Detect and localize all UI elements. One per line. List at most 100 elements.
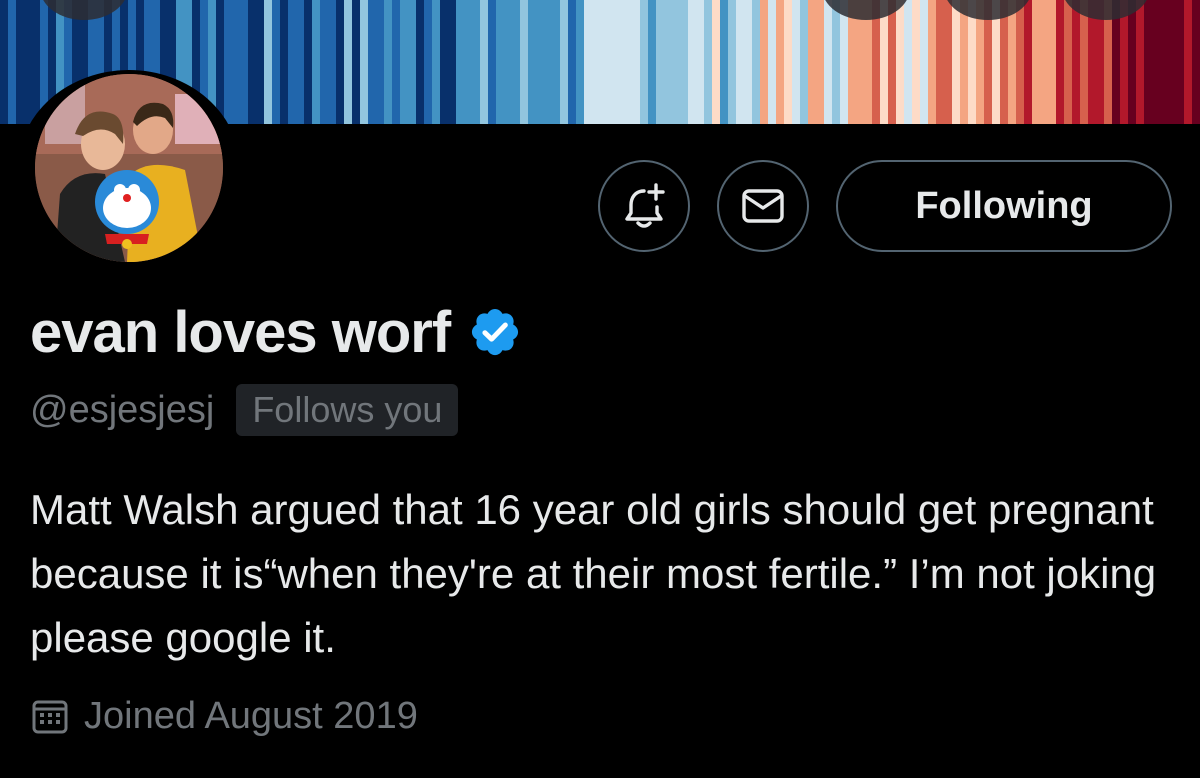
banner-stripe (1024, 0, 1033, 124)
banner-stripe (936, 0, 945, 124)
banner-stripe (832, 0, 841, 124)
display-name-row: evan loves worf (30, 296, 522, 368)
banner-stripe (352, 0, 361, 124)
banner-stripe (1064, 0, 1073, 124)
banner-stripe (944, 0, 953, 124)
banner-stripe (280, 0, 289, 124)
banner-stripe (1144, 0, 1153, 124)
banner-stripe (1168, 0, 1177, 124)
banner-stripe (1120, 0, 1129, 124)
banner-stripe (736, 0, 745, 124)
banner-stripe (1160, 0, 1169, 124)
banner-stripe (808, 0, 817, 124)
banner-stripe (456, 0, 465, 124)
banner-stripe (240, 0, 249, 124)
banner-stripe (320, 0, 329, 124)
banner-stripe (296, 0, 305, 124)
banner-stripe (784, 0, 793, 124)
banner-stripe (232, 0, 241, 124)
banner-stripe (272, 0, 281, 124)
banner-stripe (376, 0, 385, 124)
banner-stripe (1080, 0, 1089, 124)
banner-stripe (576, 0, 585, 124)
banner-stripe (8, 0, 17, 124)
banner-stripe (464, 0, 473, 124)
banner-stripe (704, 0, 713, 124)
banner-stripe (248, 0, 257, 124)
banner-stripe (400, 0, 409, 124)
banner-stripe (424, 0, 433, 124)
banner-stripe (880, 0, 889, 124)
banner-stripe (392, 0, 401, 124)
message-button[interactable] (717, 160, 809, 252)
banner-stripe (720, 0, 729, 124)
display-name: evan loves worf (30, 299, 451, 365)
banner-stripe (608, 0, 617, 124)
banner-stripe (952, 0, 961, 124)
profile-bio: Matt Walsh argued that 16 year old girls… (30, 486, 1157, 661)
banner-stripe (656, 0, 665, 124)
banner-stripe (416, 0, 425, 124)
banner-stripe (472, 0, 481, 124)
banner-stripe (1016, 0, 1025, 124)
banner-stripe (328, 0, 337, 124)
banner-stripe (440, 0, 449, 124)
banner-stripe (640, 0, 649, 124)
username-handle: @esjesjesj (30, 388, 215, 431)
joined-date: Joined August 2019 (84, 694, 418, 737)
banner-stripe (680, 0, 689, 124)
banner-stripe (536, 0, 545, 124)
banner-stripe (432, 0, 441, 124)
banner-stripe (800, 0, 809, 124)
bell-plus-icon (625, 183, 665, 228)
banner-stripe (408, 0, 417, 124)
banner-stripe (544, 0, 553, 124)
banner-stripe (896, 0, 905, 124)
banner-stripe (816, 0, 825, 124)
banner-stripe (1040, 0, 1049, 124)
banner-stripe (1152, 0, 1161, 124)
banner-stripe (264, 0, 273, 124)
banner-stripe (16, 0, 25, 124)
banner-stripe (1176, 0, 1185, 124)
profile-avatar[interactable] (18, 70, 240, 266)
banner-stripe (344, 0, 353, 124)
banner-stripe (288, 0, 297, 124)
banner-stripe (904, 0, 913, 124)
banner-stripe (0, 0, 9, 124)
verified-badge-icon[interactable] (468, 305, 522, 359)
banner-stripe (520, 0, 529, 124)
banner-stripe (1136, 0, 1145, 124)
banner-stripe (1128, 0, 1137, 124)
banner-stripe (504, 0, 513, 124)
banner-stripe (624, 0, 633, 124)
avatar-photo (35, 74, 223, 262)
banner-stripe (1048, 0, 1057, 124)
banner-stripe (256, 0, 265, 124)
banner-stripe (824, 0, 833, 124)
banner-stripe (488, 0, 497, 124)
banner-stripe (840, 0, 849, 124)
banner-stripe (584, 0, 593, 124)
following-button[interactable]: Following (836, 160, 1172, 252)
banner-stripe (768, 0, 777, 124)
banner-stripe (760, 0, 769, 124)
banner-stripe (1032, 0, 1041, 124)
banner-stripe (792, 0, 801, 124)
banner-stripe (1184, 0, 1193, 124)
banner-stripe (368, 0, 377, 124)
banner-stripe (888, 0, 897, 124)
banner-stripe (568, 0, 577, 124)
notifications-button[interactable] (598, 160, 690, 252)
banner-stripe (448, 0, 457, 124)
banner-stripe (712, 0, 721, 124)
banner-stripe (224, 0, 233, 124)
banner-stripe (592, 0, 601, 124)
banner-stripe (312, 0, 321, 124)
banner-stripe (480, 0, 489, 124)
banner-stripe (912, 0, 921, 124)
banner-stripe (696, 0, 705, 124)
joined-date-row: Joined August 2019 (30, 690, 418, 742)
banner-stripe (664, 0, 673, 124)
banner-stripe (560, 0, 569, 124)
